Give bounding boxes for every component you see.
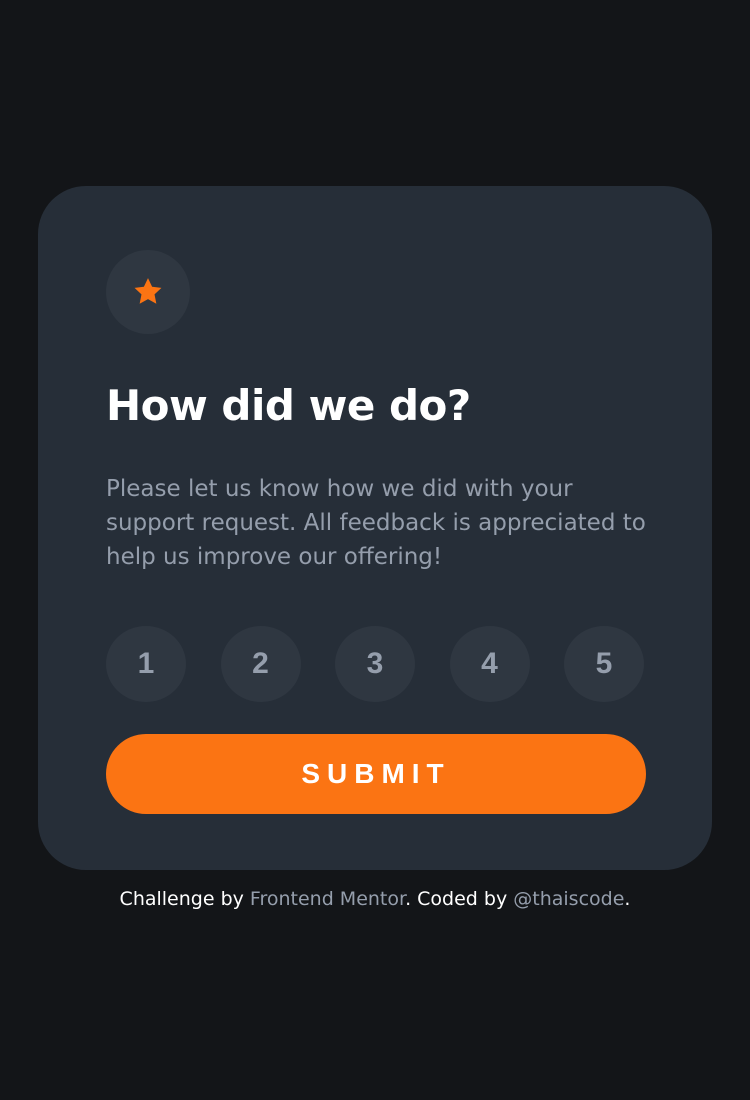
card-description: Please let us know how we did with your … — [106, 476, 646, 570]
frontend-mentor-link[interactable]: Frontend Mentor — [250, 888, 405, 910]
attribution-prefix: Challenge by — [119, 888, 250, 910]
rating-5-button[interactable]: 5 — [564, 626, 644, 702]
star-icon — [134, 278, 162, 304]
card-title: How did we do? — [106, 381, 471, 430]
attribution-middle: . Coded by — [405, 888, 514, 910]
rating-4-button[interactable]: 4 — [449, 626, 530, 702]
rating-options: 1 2 3 4 5 — [106, 626, 644, 702]
author-link[interactable]: @thaiscode — [513, 888, 624, 910]
rating-2-button[interactable]: 2 — [220, 626, 301, 702]
rating-1-button[interactable]: 1 — [106, 626, 186, 702]
star-badge — [106, 250, 190, 334]
attribution-suffix: . — [624, 888, 631, 910]
attribution: Challenge by Frontend Mentor. Coded by @… — [0, 886, 750, 912]
submit-button[interactable]: SUBMIT — [106, 734, 646, 814]
rating-card: How did we do? Please let us know how we… — [38, 186, 712, 870]
rating-3-button[interactable]: 3 — [335, 626, 415, 702]
